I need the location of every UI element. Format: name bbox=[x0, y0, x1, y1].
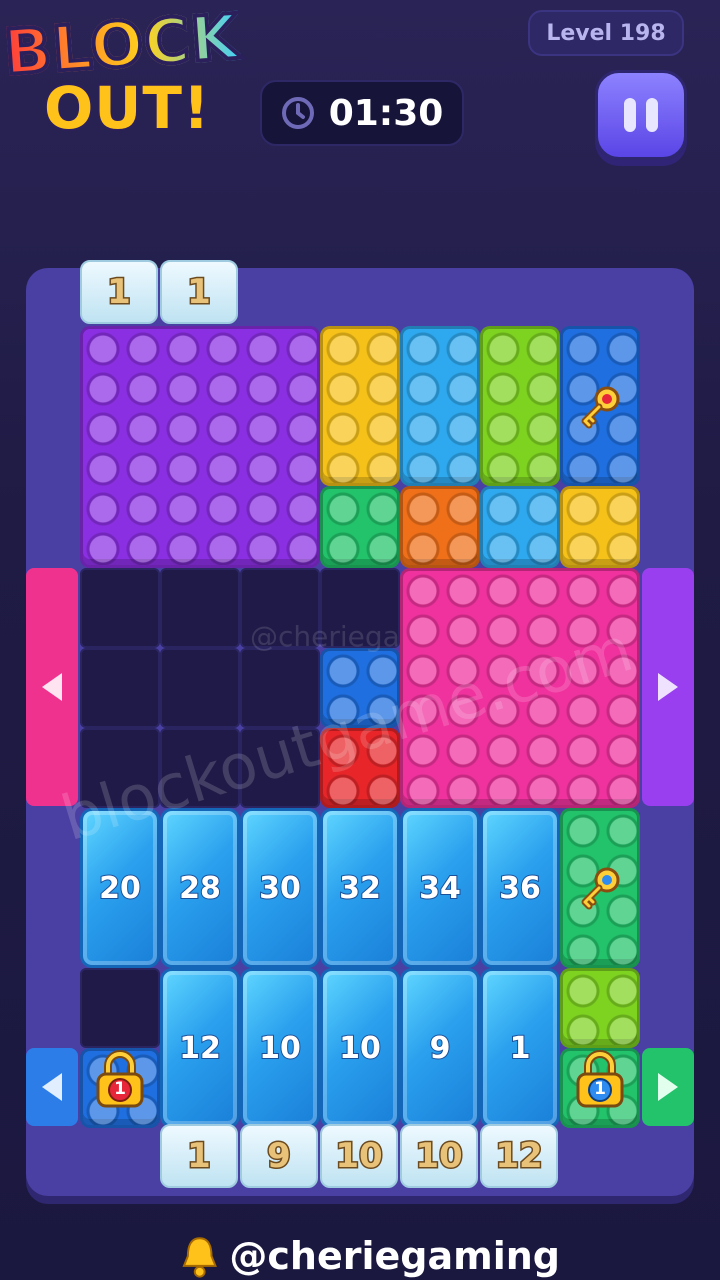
block-lime-small[interactable] bbox=[560, 968, 640, 1048]
empty-cell bbox=[160, 568, 240, 648]
pause-icon-bar bbox=[646, 98, 658, 132]
game-logo: BLOCK OUT! bbox=[0, 0, 270, 150]
block-studs bbox=[563, 971, 637, 1045]
gem-block[interactable]: 10 bbox=[320, 968, 400, 1128]
exit-gate-right-green bbox=[642, 1048, 694, 1126]
block-cyan[interactable] bbox=[400, 326, 480, 486]
key-icon bbox=[581, 867, 620, 910]
gem-block[interactable]: 1 bbox=[480, 968, 560, 1128]
gem-block[interactable]: 36 bbox=[480, 808, 560, 968]
arrow-right-icon bbox=[658, 1073, 678, 1101]
arrow-right-icon bbox=[658, 673, 678, 701]
lock-count: 1 bbox=[594, 1079, 606, 1099]
block-yellow[interactable] bbox=[320, 326, 400, 486]
bell-icon bbox=[182, 1237, 217, 1278]
empty-cell bbox=[80, 568, 160, 648]
exit-tile-bottom-2: 9 bbox=[240, 1124, 318, 1188]
block-orange[interactable] bbox=[400, 486, 480, 568]
exit-gate-left-blue bbox=[26, 1048, 78, 1126]
block-studs bbox=[483, 489, 557, 565]
block-cyan-small[interactable] bbox=[480, 486, 560, 568]
gem-block[interactable]: 12 bbox=[160, 968, 240, 1128]
empty-cell bbox=[80, 648, 160, 728]
lock-right: 1 bbox=[572, 1050, 628, 1108]
key-icon bbox=[581, 386, 620, 429]
logo-line-2: OUT! bbox=[42, 72, 211, 144]
exit-gate-left-pink bbox=[26, 568, 78, 806]
exit-tile-top-2: 1 bbox=[160, 260, 238, 324]
block-studs bbox=[483, 329, 557, 483]
block-studs bbox=[403, 489, 477, 565]
exit-tile-bottom-3: 10 bbox=[320, 1124, 398, 1188]
block-studs bbox=[563, 489, 637, 565]
exit-tile-bottom-4: 10 bbox=[400, 1124, 478, 1188]
block-studs bbox=[403, 329, 477, 483]
block-studs bbox=[323, 329, 397, 483]
gem-block[interactable]: 32 bbox=[320, 808, 400, 968]
exit-tile-bottom-1: 1 bbox=[160, 1124, 238, 1188]
lock-count: 1 bbox=[114, 1079, 126, 1099]
pause-button[interactable] bbox=[595, 70, 687, 160]
timer-value: 01:30 bbox=[328, 92, 444, 134]
watermark-small: @cheriega bbox=[250, 620, 400, 653]
block-studs bbox=[323, 489, 397, 565]
timer-display: 01:30 bbox=[260, 80, 464, 146]
block-green-small[interactable] bbox=[320, 486, 400, 568]
empty-cell bbox=[80, 968, 160, 1048]
block-yellow-small[interactable] bbox=[560, 486, 640, 568]
gem-block[interactable]: 9 bbox=[400, 968, 480, 1128]
channel-handle-text: @cheriegaming bbox=[229, 1234, 560, 1278]
block-lime[interactable] bbox=[480, 326, 560, 486]
level-badge: Level 198 bbox=[528, 10, 684, 56]
exit-tile-top-1: 1 bbox=[80, 260, 158, 324]
gem-block[interactable]: 28 bbox=[160, 808, 240, 968]
pause-icon bbox=[624, 98, 636, 132]
block-purple-large[interactable] bbox=[80, 326, 320, 568]
arrow-left-icon bbox=[42, 673, 62, 701]
block-studs bbox=[83, 329, 317, 565]
exit-tile-bottom-5: 12 bbox=[480, 1124, 558, 1188]
channel-handle: @cheriegaming bbox=[180, 1232, 560, 1280]
gem-block[interactable]: 10 bbox=[240, 968, 320, 1128]
lock-left: 1 bbox=[92, 1050, 148, 1108]
gem-block[interactable]: 30 bbox=[240, 808, 320, 968]
arrow-left-icon bbox=[42, 1073, 62, 1101]
gem-block[interactable]: 34 bbox=[400, 808, 480, 968]
clock-icon bbox=[281, 97, 314, 129]
empty-cell bbox=[160, 648, 240, 728]
